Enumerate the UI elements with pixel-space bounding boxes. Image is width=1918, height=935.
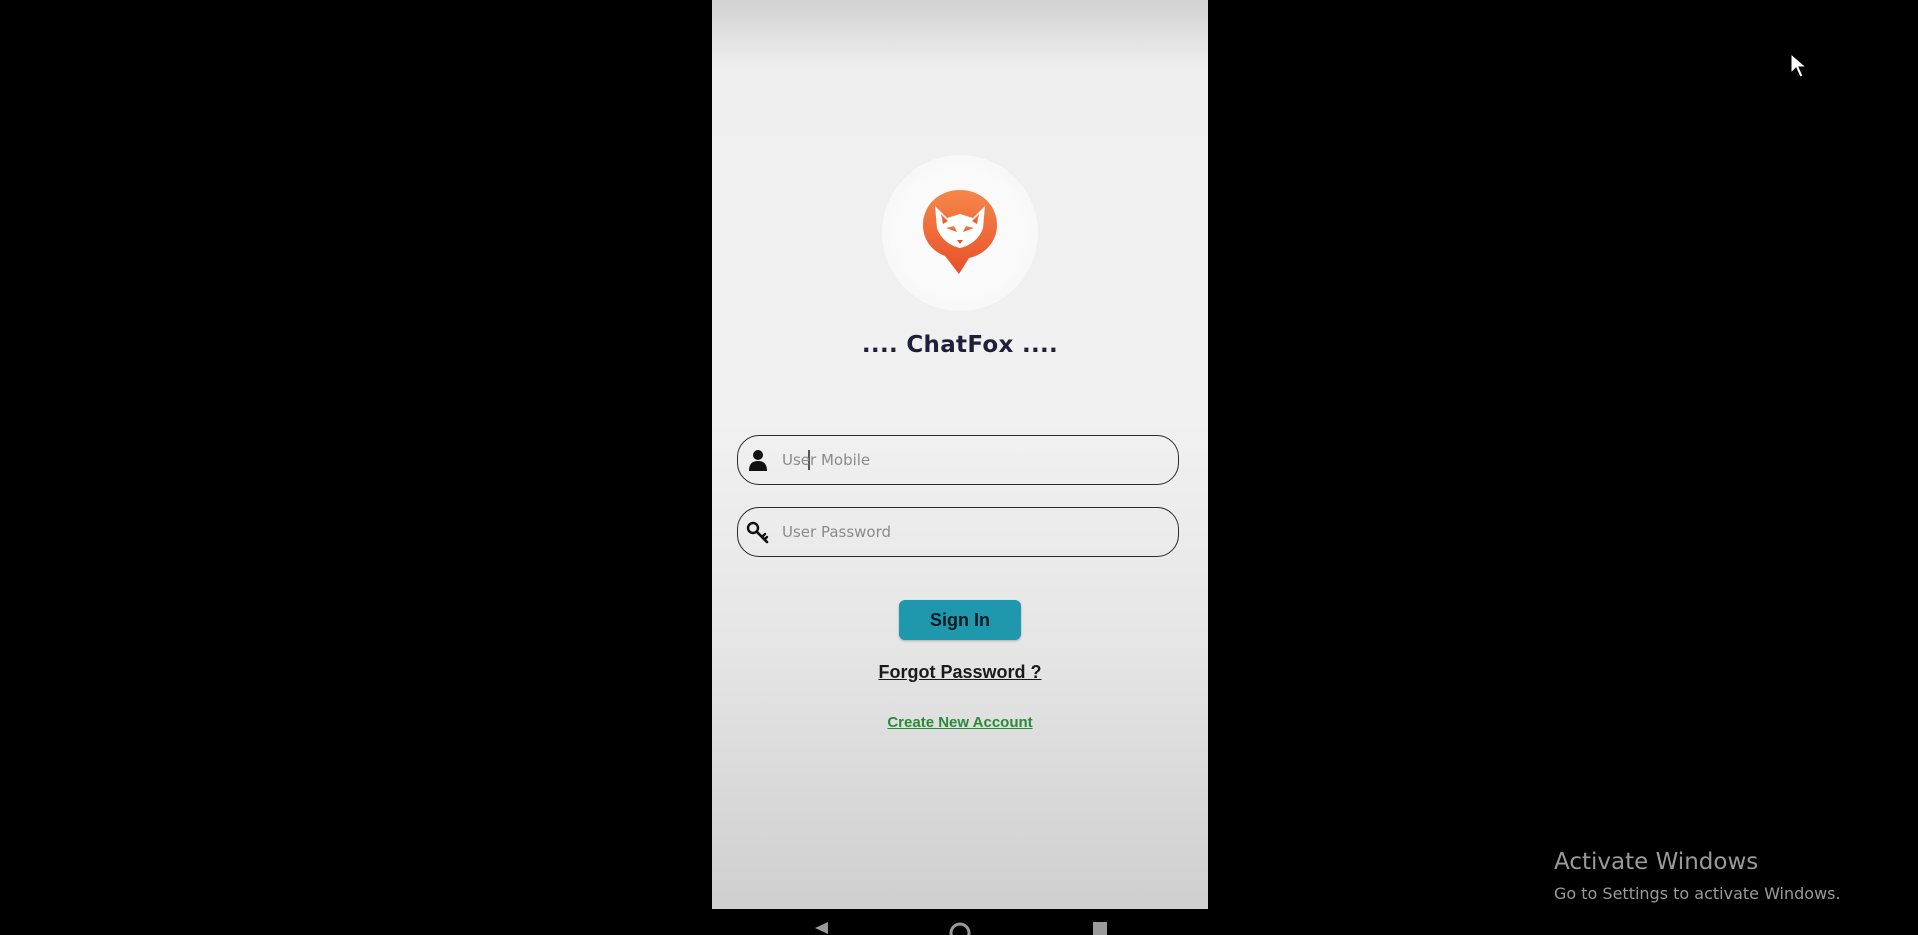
user-password-field[interactable] — [737, 507, 1179, 557]
back-icon[interactable] — [812, 921, 830, 935]
key-icon — [746, 521, 769, 544]
android-navigation-bar — [712, 909, 1208, 935]
activate-windows-title: Activate Windows — [1554, 849, 1759, 875]
create-new-account-link[interactable]: Create New Account — [712, 714, 1208, 731]
app-title: .... ChatFox .... — [861, 332, 1059, 358]
fox-chat-bubble-logo-icon — [923, 190, 997, 274]
home-icon[interactable] — [948, 921, 972, 935]
activate-windows-subtitle: Go to Settings to activate Windows. — [1554, 884, 1841, 903]
user-icon — [749, 450, 767, 471]
recents-icon[interactable] — [1092, 921, 1108, 935]
mouse-cursor-icon — [1790, 53, 1808, 78]
user-mobile-input[interactable] — [782, 436, 1162, 483]
user-mobile-field[interactable] — [737, 435, 1179, 485]
desktop: .... ChatFox .... Sign In Forgot Passwor… — [0, 0, 1918, 935]
user-password-input[interactable] — [782, 508, 1162, 555]
phone-screen: .... ChatFox .... Sign In Forgot Passwor… — [712, 0, 1208, 909]
sign-in-button[interactable]: Sign In — [899, 600, 1021, 640]
forgot-password-link[interactable]: Forgot Password ? — [712, 662, 1208, 683]
